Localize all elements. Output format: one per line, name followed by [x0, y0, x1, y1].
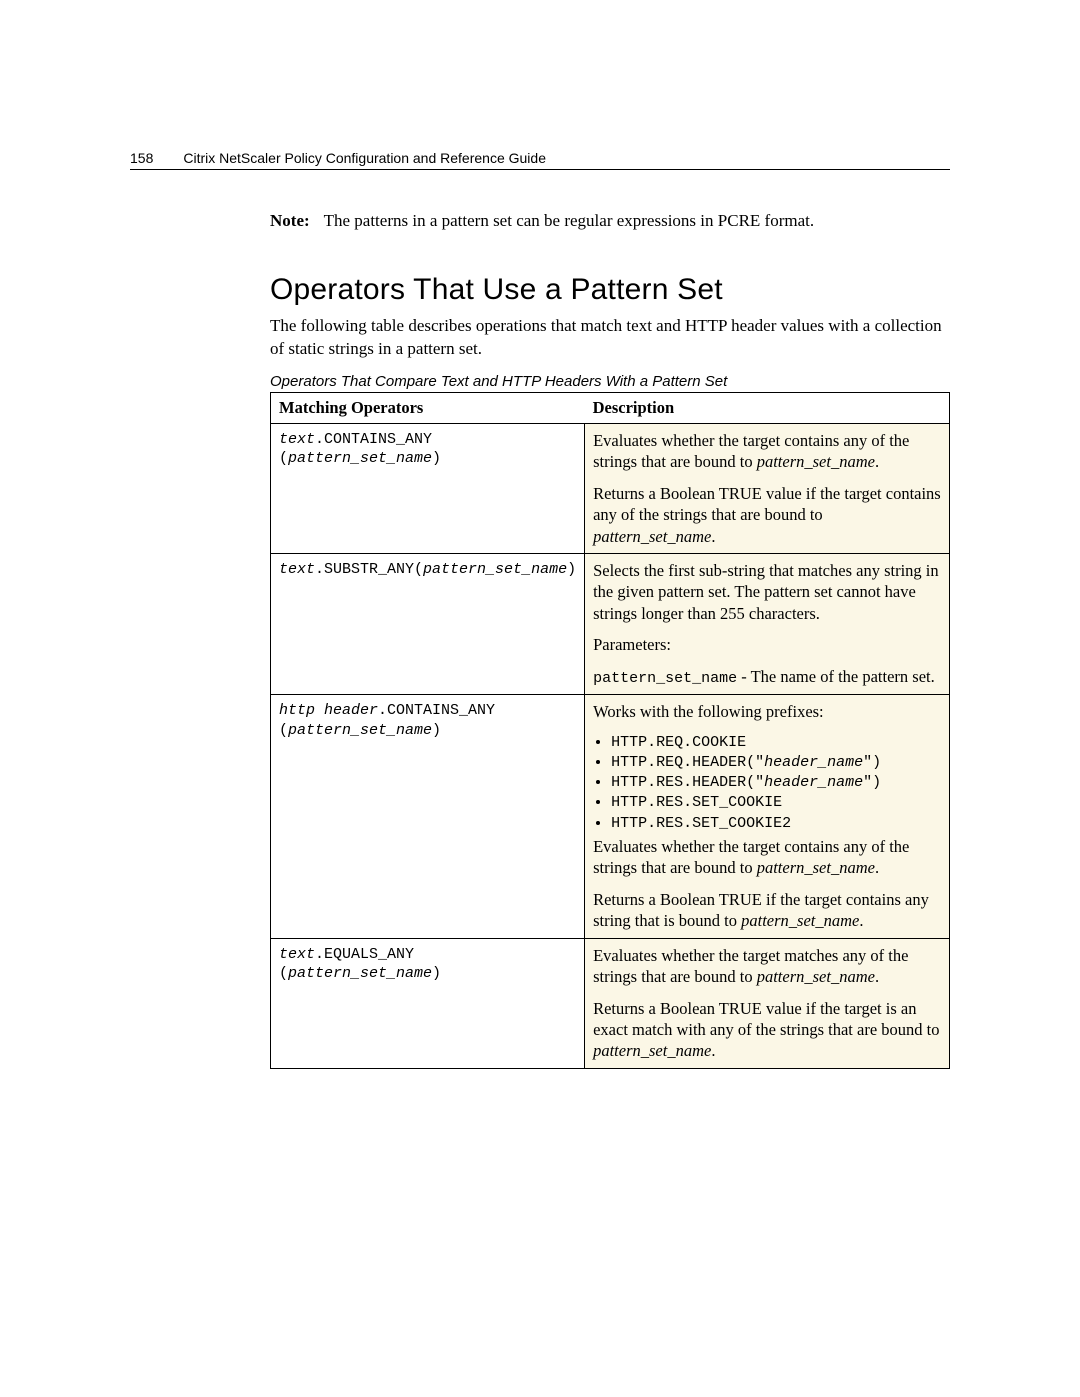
operator-param: pattern_set_name — [288, 450, 432, 467]
note-text: The patterns in a pattern set can be reg… — [324, 211, 815, 230]
operator-suffix: ) — [567, 561, 576, 578]
operator-suffix: ) — [432, 450, 441, 467]
table-header-row: Matching Operators Description — [271, 392, 950, 423]
list-item: HTTP.REQ.COOKIE — [611, 733, 941, 753]
operator-prefix: http header — [279, 702, 378, 719]
col-header-description: Description — [585, 392, 950, 423]
text: Returns a Boolean TRUE value if the targ… — [593, 484, 941, 524]
operator-name: .SUBSTR_ANY( — [315, 561, 423, 578]
section-intro: The following table describes operations… — [270, 315, 950, 361]
description-paragraph: Evaluates whether the target matches any… — [593, 945, 941, 988]
param-ref: pattern_set_name — [757, 858, 875, 877]
table-row: http header.CONTAINS_ANY (pattern_set_na… — [271, 695, 950, 938]
document-title: Citrix NetScaler Policy Configuration an… — [183, 150, 546, 166]
page-header: 158 Citrix NetScaler Policy Configuratio… — [130, 150, 950, 170]
operator-suffix: ) — [432, 965, 441, 982]
col-header-operators: Matching Operators — [271, 392, 585, 423]
page-number: 158 — [130, 150, 183, 166]
text: HTTP.REQ.HEADER(" — [611, 754, 764, 771]
text: HTTP.RES.HEADER(" — [611, 774, 764, 791]
description-cell: Works with the following prefixes: HTTP.… — [585, 695, 950, 938]
text: ") — [863, 754, 881, 771]
text: Returns a Boolean TRUE value if the targ… — [593, 999, 939, 1039]
description-paragraph: Evaluates whether the target contains an… — [593, 430, 941, 473]
operator-param: pattern_set_name — [288, 965, 432, 982]
list-item: HTTP.RES.HEADER("header_name") — [611, 773, 941, 793]
operator-suffix: ) — [432, 722, 441, 739]
note-label: Note: — [270, 211, 320, 230]
description-paragraph: Selects the first sub-string that matche… — [593, 560, 941, 624]
description-paragraph: Returns a Boolean TRUE if the target con… — [593, 889, 941, 932]
param-ref: header_name — [764, 754, 863, 771]
description-cell: Evaluates whether the target matches any… — [585, 938, 950, 1068]
description-paragraph: Evaluates whether the target contains an… — [593, 836, 941, 879]
table-caption: Operators That Compare Text and HTTP Hea… — [270, 373, 950, 390]
note-paragraph: Note: The patterns in a pattern set can … — [270, 210, 950, 233]
text: . — [711, 527, 715, 546]
section-title: Operators That Use a Pattern Set — [270, 273, 950, 307]
prefix-list: HTTP.REQ.COOKIE HTTP.REQ.HEADER("header_… — [593, 733, 941, 834]
table-row: text.EQUALS_ANY (pattern_set_name) Evalu… — [271, 938, 950, 1068]
text: . — [859, 911, 863, 930]
text: . — [711, 1041, 715, 1060]
operator-prefix: text — [279, 946, 315, 963]
text: ") — [863, 774, 881, 791]
list-item: HTTP.REQ.HEADER("header_name") — [611, 753, 941, 773]
operator-cell: text.SUBSTR_ANY(pattern_set_name) — [271, 554, 585, 695]
param-ref: pattern_set_name — [757, 967, 875, 986]
operator-prefix: text — [279, 431, 315, 448]
param-ref: pattern_set_name — [741, 911, 859, 930]
description-cell: Evaluates whether the target contains an… — [585, 423, 950, 553]
text: - The name of the pattern set. — [737, 667, 935, 686]
operator-param: pattern_set_name — [288, 722, 432, 739]
operator-cell: text.EQUALS_ANY (pattern_set_name) — [271, 938, 585, 1068]
content-area: Note: The patterns in a pattern set can … — [270, 210, 950, 1069]
text: . — [875, 452, 879, 471]
table-row: text.CONTAINS_ANY (pattern_set_name) Eva… — [271, 423, 950, 553]
operator-param: pattern_set_name — [423, 561, 567, 578]
param-name: pattern_set_name — [593, 670, 737, 687]
description-paragraph: pattern_set_name - The name of the patte… — [593, 666, 941, 689]
operator-prefix: text — [279, 561, 315, 578]
operator-cell: http header.CONTAINS_ANY (pattern_set_na… — [271, 695, 585, 938]
text: . — [875, 967, 879, 986]
list-item: HTTP.RES.SET_COOKIE — [611, 793, 941, 813]
param-ref: pattern_set_name — [757, 452, 875, 471]
operator-cell: text.CONTAINS_ANY (pattern_set_name) — [271, 423, 585, 553]
description-paragraph: Parameters: — [593, 634, 941, 655]
param-ref: pattern_set_name — [593, 527, 711, 546]
description-paragraph: Returns a Boolean TRUE value if the targ… — [593, 483, 941, 547]
param-ref: pattern_set_name — [593, 1041, 711, 1060]
param-ref: header_name — [764, 774, 863, 791]
list-item: HTTP.RES.SET_COOKIE2 — [611, 814, 941, 834]
description-paragraph: Works with the following prefixes: — [593, 701, 941, 722]
operators-table: Matching Operators Description text.CONT… — [270, 392, 950, 1069]
description-paragraph: Returns a Boolean TRUE value if the targ… — [593, 998, 941, 1062]
description-cell: Selects the first sub-string that matche… — [585, 554, 950, 695]
table-row: text.SUBSTR_ANY(pattern_set_name) Select… — [271, 554, 950, 695]
page: 158 Citrix NetScaler Policy Configuratio… — [0, 0, 1080, 1169]
text: . — [875, 858, 879, 877]
